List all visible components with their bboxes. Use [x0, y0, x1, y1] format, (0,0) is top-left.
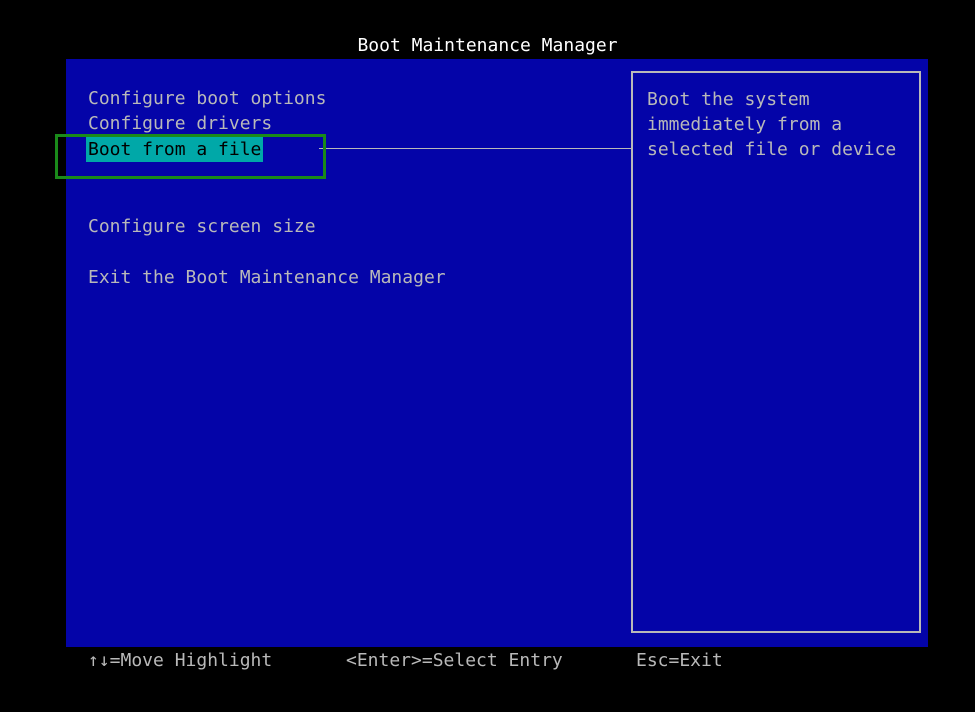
help-text: Boot the system immediately from a selec…: [647, 89, 897, 160]
footer-exit-hint: Esc=Exit: [636, 650, 723, 671]
help-connector-line: [319, 148, 631, 149]
menu-item-exit-manager[interactable]: Exit the Boot Maintenance Manager: [86, 265, 448, 290]
help-panel: Boot the system immediately from a selec…: [631, 71, 921, 633]
menu-item-configure-drivers[interactable]: Configure drivers: [86, 111, 274, 136]
menu-item-configure-screen-size[interactable]: Configure screen size: [86, 214, 318, 239]
menu-item-configure-boot-options[interactable]: Configure boot options: [86, 86, 328, 111]
focus-outline: [55, 134, 326, 179]
page-title: Boot Maintenance Manager: [357, 35, 618, 56]
footer-bar: ↑↓=Move Highlight <Enter>=Select Entry E…: [0, 648, 975, 674]
footer-select-hint: <Enter>=Select Entry: [346, 650, 563, 671]
footer-move-hint: ↑↓=Move Highlight: [88, 650, 273, 671]
